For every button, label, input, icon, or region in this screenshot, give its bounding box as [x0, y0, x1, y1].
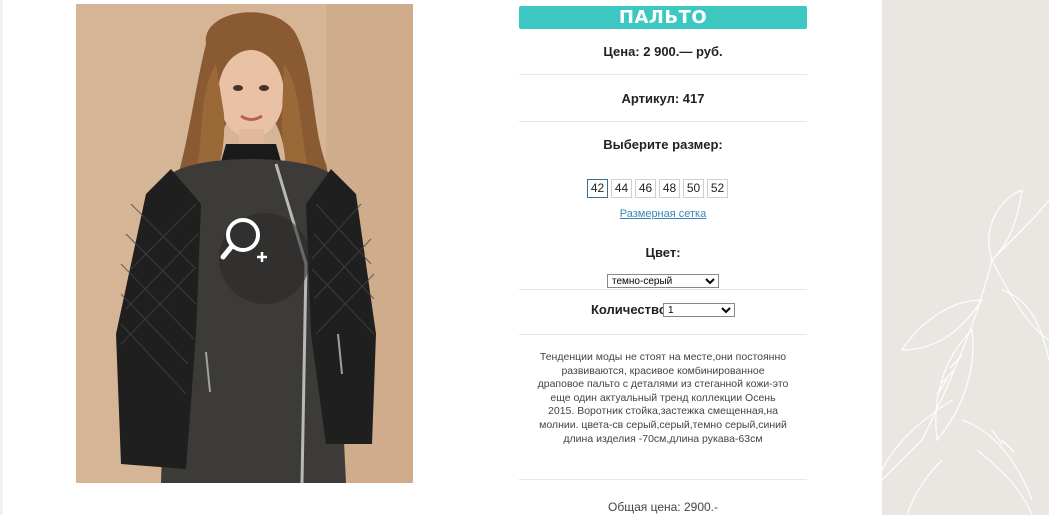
size-option-52[interactable]: 52: [707, 179, 728, 198]
article-number: Артикул: 417: [621, 91, 705, 106]
floral-decoration: [882, 188, 1049, 515]
size-option-44[interactable]: 44: [611, 179, 632, 198]
size-option-48[interactable]: 48: [659, 179, 680, 198]
price: Цена: 2 900.— руб.: [603, 44, 723, 59]
total-price: Общая цена: 2900.-: [608, 500, 718, 514]
product-title: ПАЛЬТО: [519, 6, 807, 29]
divider: [519, 289, 807, 290]
product-description: Тенденции моды не стоят на месте,они пос…: [537, 351, 789, 445]
product-image[interactable]: [76, 4, 413, 483]
size-selector: 42 44 46 48 50 52: [587, 179, 728, 198]
size-option-42[interactable]: 42: [587, 179, 608, 198]
size-option-50[interactable]: 50: [683, 179, 704, 198]
quantity-label: Количество:: [591, 302, 672, 317]
size-option-46[interactable]: 46: [635, 179, 656, 198]
size-chart-link[interactable]: Размерная сетка: [519, 208, 807, 220]
divider: [519, 121, 807, 122]
quantity-select[interactable]: 1: [663, 303, 735, 317]
zoom-button[interactable]: [219, 213, 310, 304]
divider: [519, 334, 807, 335]
divider: [519, 479, 807, 480]
side-decoration: [882, 0, 1049, 515]
divider: [519, 74, 807, 75]
color-select[interactable]: темно-серый: [607, 274, 719, 288]
left-border: [0, 0, 3, 515]
size-prompt: Выберите размер:: [603, 137, 723, 152]
color-label: Цвет:: [645, 245, 681, 260]
zoom-in-icon: [220, 218, 267, 262]
